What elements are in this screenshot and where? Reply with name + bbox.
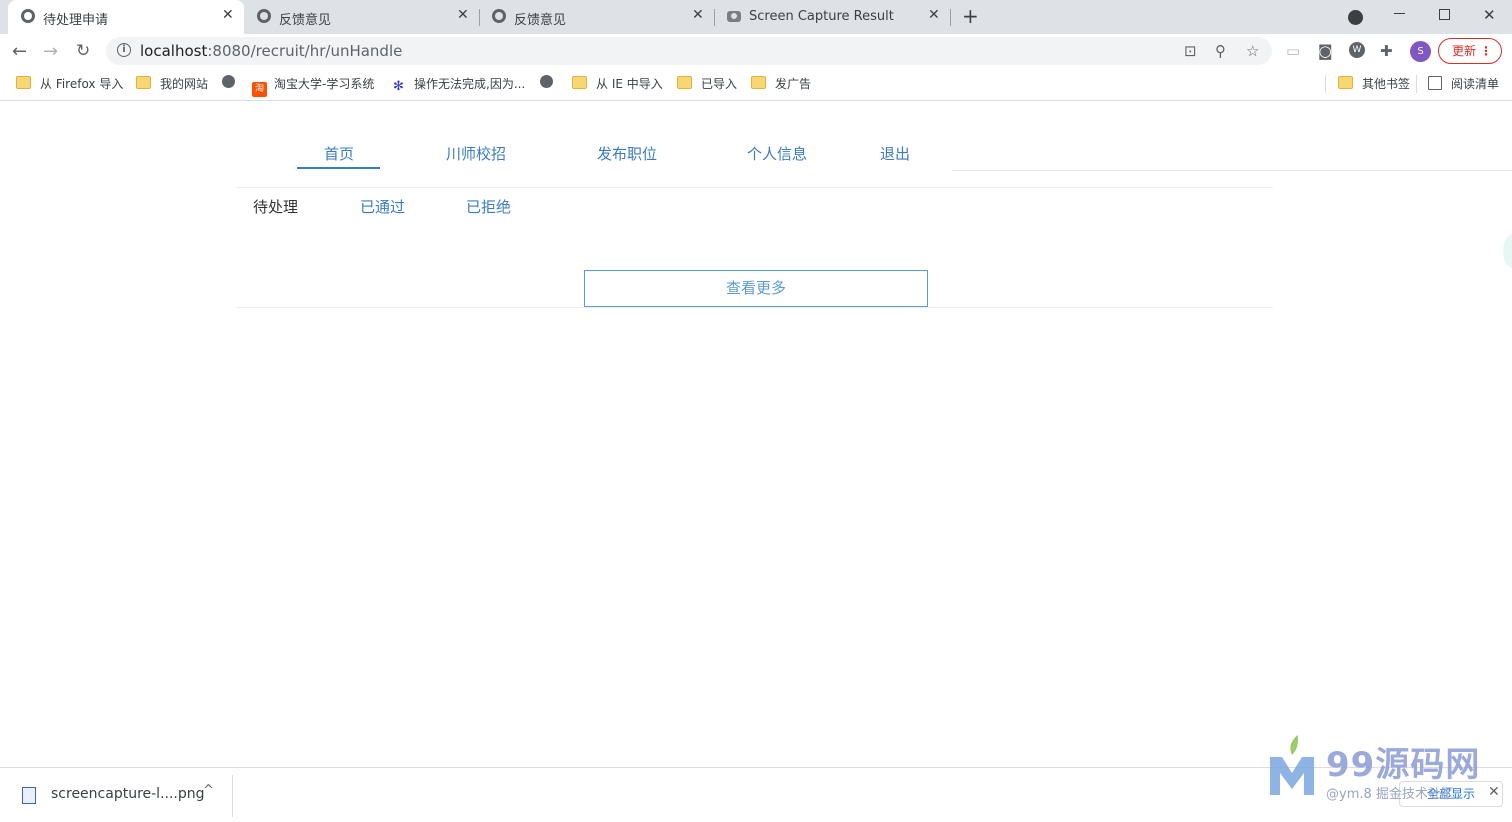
restore-icon[interactable]: [1439, 9, 1450, 20]
info-icon[interactable]: i: [117, 43, 131, 57]
bookmark-operation-failed[interactable]: ✻ 操作无法完成,因为...: [393, 75, 525, 94]
address-bar[interactable]: i localhost:8080/recruit/hr/unHandle ⊡ ⚲…: [106, 37, 1272, 65]
back-arrow-icon[interactable]: ←: [12, 41, 27, 62]
globe-icon: [492, 9, 506, 23]
subtab-pending[interactable]: 待处理: [253, 196, 298, 217]
screenshot-camera-icon[interactable]: ◙: [1318, 42, 1333, 60]
close-icon[interactable]: ✕: [457, 7, 469, 23]
reading-list[interactable]: 阅读清单: [1428, 75, 1499, 93]
subtab-approved[interactable]: 已通过: [360, 196, 405, 217]
watermark-title: 99源码网: [1326, 745, 1481, 785]
watermark-logo: [1270, 735, 1314, 795]
section-divider: [237, 187, 1273, 188]
baidu-paw-icon: ✻: [393, 79, 404, 94]
toolbar: ← → ↻ i localhost:8080/recruit/hr/unHand…: [0, 34, 1512, 68]
avatar[interactable]: S: [1410, 41, 1431, 62]
url-text[interactable]: localhost:8080/recruit/hr/unHandle: [140, 42, 402, 60]
camera-icon: [727, 11, 741, 22]
extension-w-icon[interactable]: W: [1349, 42, 1365, 58]
taobao-icon: 淘: [252, 82, 267, 97]
reload-icon[interactable]: ↻: [76, 41, 90, 61]
window-close-icon[interactable]: ✕: [1483, 6, 1496, 24]
nav-home[interactable]: 首页: [324, 143, 354, 164]
update-label: 更新: [1452, 44, 1477, 58]
bookmarks-separator: [1416, 75, 1417, 93]
bookmarks-separator: [1325, 75, 1326, 93]
close-download-bar-icon[interactable]: ✕: [1488, 784, 1500, 800]
image-file-icon: [22, 787, 36, 804]
globe-icon: [257, 9, 271, 23]
folder-icon: [751, 76, 766, 89]
reading-list-icon: [1428, 76, 1442, 90]
tab-title: 待处理申请: [43, 13, 109, 28]
extensions-puzzle-icon[interactable]: ✚: [1380, 42, 1393, 60]
chevron-up-icon[interactable]: ^: [203, 783, 214, 798]
view-more-button[interactable]: 查看更多: [584, 270, 928, 307]
folder-icon: [136, 76, 151, 89]
bookmark-other[interactable]: 其他书签: [1338, 75, 1410, 93]
bookmark-firefox-import[interactable]: 从 Firefox 导入: [16, 75, 123, 93]
download-separator: [232, 775, 233, 817]
download-file-name[interactable]: screencapture-l....png: [51, 786, 205, 802]
minimize-icon[interactable]: [1394, 13, 1405, 14]
side-widget[interactable]: [1503, 234, 1512, 268]
page-content: 首页 川师校招 发布职位 个人信息 退出 待处理 已通过 已拒绝 查看更多: [0, 101, 1512, 767]
bookmark-taobao-university[interactable]: 淘淘宝大学-学习系统: [252, 75, 374, 97]
tab-separator: [950, 9, 951, 26]
close-icon[interactable]: ✕: [692, 7, 704, 23]
bookmark-ads[interactable]: 发广告: [751, 75, 811, 93]
bookmark-ie-import[interactable]: 从 IE 中导入: [572, 75, 663, 93]
tab-feedback-1[interactable]: 反馈意见 ✕: [244, 0, 478, 34]
bookmark-globe-2[interactable]: [540, 75, 562, 93]
bookmark-star-icon[interactable]: ☆: [1246, 42, 1259, 60]
close-icon[interactable]: ✕: [928, 7, 940, 23]
globe-icon: [222, 75, 235, 88]
nav-campus-recruit[interactable]: 川师校招: [446, 143, 506, 164]
tab-title: 反馈意见: [514, 13, 567, 28]
forward-arrow-icon[interactable]: →: [43, 41, 58, 62]
watermark-subtitle: @ym.8 掘金技术社区: [1326, 787, 1454, 802]
bookmark-globe[interactable]: [222, 75, 244, 93]
nav-active-underline: [297, 167, 380, 169]
globe-icon: [21, 9, 35, 23]
nav-logout[interactable]: 退出: [880, 143, 910, 164]
translate-icon[interactable]: ⊡: [1184, 42, 1197, 60]
folder-icon: [16, 76, 31, 89]
menu-dots-icon: ⋮: [1480, 44, 1492, 58]
zoom-icon[interactable]: ⚲: [1215, 42, 1226, 60]
tab-feedback-2[interactable]: 反馈意见 ✕: [479, 0, 713, 34]
update-button[interactable]: 更新 ⋮: [1438, 38, 1502, 64]
cast-icon[interactable]: ▭: [1286, 42, 1300, 60]
folder-icon: [677, 76, 692, 89]
nav-divider: [952, 170, 1512, 171]
tab-search-icon[interactable]: [1348, 10, 1363, 25]
new-tab-button[interactable]: +: [962, 4, 979, 28]
folder-icon: [572, 76, 587, 89]
tab-screen-capture[interactable]: Screen Capture Result ✕: [714, 0, 948, 34]
tab-unhandled-applications[interactable]: 待处理申请 ✕: [8, 0, 244, 34]
folder-icon: [1338, 76, 1353, 89]
tab-strip: 待处理申请 ✕ 反馈意见 ✕ 反馈意见 ✕ Screen Capture Res…: [0, 0, 1512, 34]
subtab-rejected[interactable]: 已拒绝: [466, 196, 511, 217]
globe-icon: [540, 75, 553, 88]
nav-profile[interactable]: 个人信息: [747, 143, 807, 164]
tab-title: 反馈意见: [279, 13, 332, 28]
tab-title: Screen Capture Result: [749, 9, 894, 24]
bookmark-my-site[interactable]: 我的网站: [136, 75, 208, 93]
nav-post-job[interactable]: 发布职位: [597, 143, 657, 164]
bookmarks-bar: 从 Firefox 导入 我的网站 淘淘宝大学-学习系统 ✻ 操作无法完成,因为.…: [0, 68, 1512, 101]
section-divider: [237, 307, 1273, 308]
close-icon[interactable]: ✕: [222, 7, 234, 23]
bookmark-imported[interactable]: 已导入: [677, 75, 737, 93]
